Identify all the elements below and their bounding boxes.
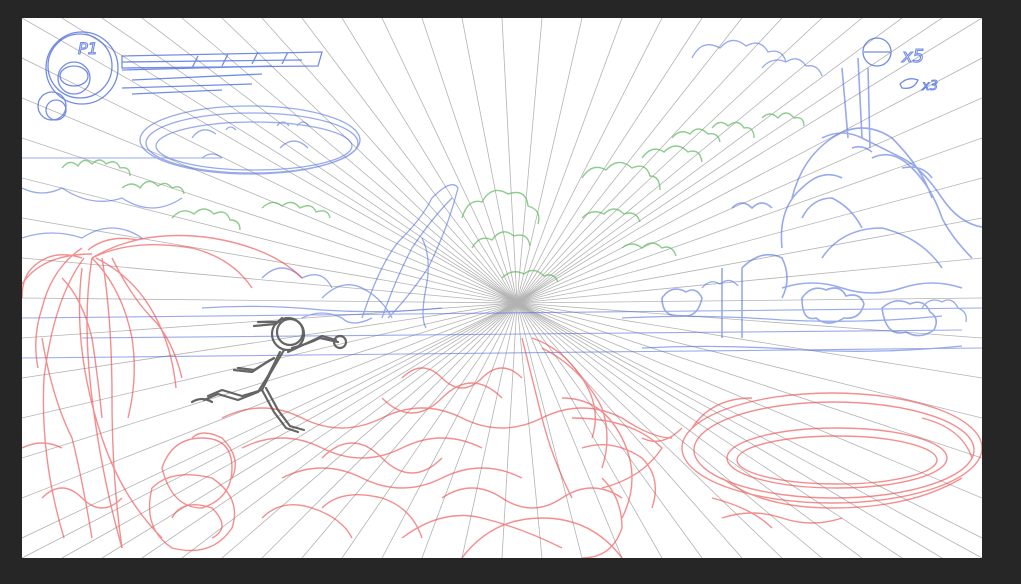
life-ring-float	[681, 392, 982, 529]
broken-boat	[521, 337, 683, 558]
cloud-face	[139, 105, 361, 175]
hud: P1 x5 x3	[37, 31, 938, 121]
perspective-line	[501, 18, 518, 304]
perspective-line	[22, 302, 518, 459]
perspective-line	[22, 257, 518, 304]
perspective-line	[516, 18, 543, 304]
palm-tree	[22, 234, 303, 549]
perspective-line	[516, 302, 982, 459]
perspective-line	[141, 302, 518, 558]
perspective-line	[516, 18, 623, 304]
perspective-line	[516, 297, 982, 304]
perspective-line	[516, 302, 903, 558]
perspective-line	[516, 18, 783, 304]
perspective-line	[181, 302, 518, 558]
drawing-canvas[interactable]: P1 x5 x3	[22, 18, 982, 558]
perspective-line	[501, 302, 518, 558]
perspective-line	[516, 18, 703, 304]
perspective-line	[516, 257, 982, 304]
perspective-line	[516, 18, 663, 304]
perspective-line	[516, 302, 982, 379]
item-icon	[899, 78, 919, 89]
player-label: P1	[78, 39, 98, 58]
perspective-line	[516, 137, 982, 304]
perspective-line	[61, 302, 518, 558]
perspective-line	[22, 297, 518, 304]
perspective-line	[516, 302, 583, 558]
perspective-line	[22, 177, 518, 304]
perspective-line	[516, 302, 783, 558]
perspective-line	[421, 18, 518, 304]
perspective-line	[22, 57, 518, 304]
perspective-line	[461, 18, 518, 304]
perspective-line	[516, 18, 823, 304]
perspective-line	[516, 302, 982, 558]
running-character	[190, 316, 348, 434]
rocks	[148, 432, 423, 552]
perspective-line	[516, 18, 743, 304]
lives-label: x5	[901, 46, 924, 67]
perspective-line	[516, 18, 943, 304]
perspective-line	[516, 18, 903, 304]
item-label: x3	[921, 79, 938, 94]
perspective-line	[516, 18, 863, 304]
foreground-sketch	[22, 234, 982, 558]
castle-ruins	[661, 57, 982, 338]
sketch-artwork: P1 x5 x3	[22, 18, 982, 558]
perspective-line	[341, 18, 518, 304]
health-bar-icon	[121, 51, 323, 95]
perspective-line	[516, 18, 583, 304]
perspective-line	[516, 57, 982, 304]
perspective-line	[516, 302, 743, 558]
perspective-line	[516, 302, 982, 539]
